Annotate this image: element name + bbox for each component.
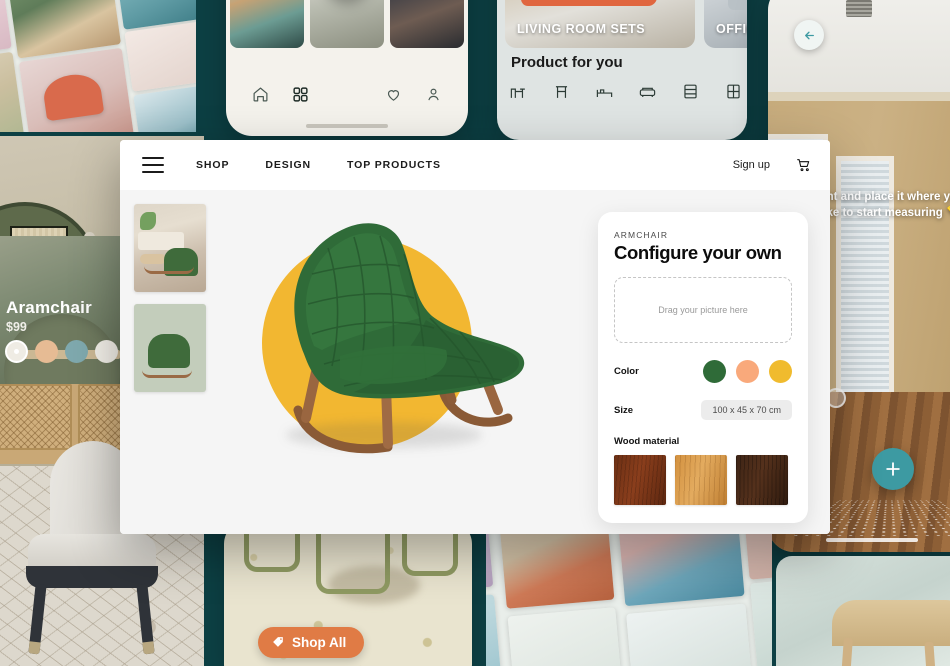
thumbnail-gallery[interactable]	[120, 190, 220, 534]
mobile-app-home-screen	[226, 0, 468, 136]
tag-icon	[272, 636, 285, 649]
color-swatches[interactable]	[703, 360, 792, 383]
mobile-product-list-screen: LIVING ROOM SETS OFFICE Product for you	[497, 0, 747, 140]
product-for-you-title: Product for you	[511, 54, 623, 71]
wood-material-label: Wood material	[614, 436, 680, 447]
arrow-left-icon[interactable]	[794, 20, 824, 50]
category-card-living-room[interactable]: LIVING ROOM SETS	[505, 0, 695, 48]
drawers-icon[interactable]	[681, 82, 700, 101]
nav-shop[interactable]: SHOP	[196, 159, 229, 171]
nav-top-products[interactable]: TOP PRODUCTS	[347, 159, 441, 171]
thumbnail-product-shot[interactable]	[134, 304, 206, 392]
hamburger-menu-icon[interactable]	[142, 157, 164, 173]
size-label: Size	[614, 404, 634, 416]
screenshot-stage: Aramchair $99 LIVING ROOM SETS OFFI Prod…	[0, 0, 950, 666]
shop-all-label: Shop All	[292, 635, 347, 650]
profile-icon[interactable]	[425, 86, 442, 103]
wood-swatch-honey-oak[interactable]	[675, 455, 727, 505]
configurator-title: Configure your own	[614, 242, 782, 263]
product-configurator-window: SHOP DESIGN TOP PRODUCTS Sign up ARMCHAI…	[120, 140, 830, 534]
aramchair-swatch-3[interactable]	[65, 340, 88, 363]
aramchair-product-card[interactable]: Aramchair $99	[0, 236, 126, 384]
color-swatch-peach[interactable]	[736, 360, 759, 383]
size-value[interactable]: 100 x 45 x 70 cm	[701, 400, 792, 420]
category-card-office[interactable]: OFFICE	[704, 0, 747, 48]
hero-product-image	[220, 190, 598, 534]
wood-swatch-dark-walnut[interactable]	[736, 455, 788, 505]
shop-all-button[interactable]: Shop All	[258, 627, 365, 658]
heart-icon[interactable]	[385, 86, 402, 103]
sign-up-link[interactable]: Sign up	[733, 159, 770, 171]
thumbnail-room-scene[interactable]	[134, 204, 206, 292]
wood-chair-photo-card	[776, 556, 950, 666]
nav-design[interactable]: DESIGN	[265, 159, 311, 171]
color-swatch-forest-green[interactable]	[703, 360, 726, 383]
armchair-illustration	[293, 223, 525, 454]
aramchair-color-swatches[interactable]	[5, 340, 118, 363]
aramchair-swatch-2[interactable]	[35, 340, 58, 363]
category-card-label: OFFICE	[716, 22, 747, 36]
site-header: SHOP DESIGN TOP PRODUCTS Sign up	[120, 140, 830, 190]
stool-icon[interactable]	[552, 82, 571, 101]
mobile-bottom-nav[interactable]	[226, 70, 468, 118]
wood-swatch-mahogany[interactable]	[614, 455, 666, 505]
moodboard-collage-bottom	[486, 528, 772, 666]
configurator-panel: ARMCHAIR Configure your own Drag your pi…	[598, 212, 808, 523]
category-card-label: LIVING ROOM SETS	[517, 22, 646, 36]
configurator-eyebrow: ARMCHAIR	[614, 230, 669, 240]
bed-icon[interactable]	[595, 82, 614, 101]
image-dropzone[interactable]: Drag your picture here	[614, 277, 792, 343]
size-row: Size 100 x 45 x 70 cm	[614, 400, 792, 420]
home-icon[interactable]	[252, 86, 269, 103]
shopping-cart-icon[interactable]	[796, 157, 812, 173]
cabinet-icon[interactable]	[724, 82, 743, 101]
dropzone-label: Drag your picture here	[658, 305, 748, 315]
wood-swatches[interactable]	[614, 455, 792, 505]
grid-icon[interactable]	[292, 86, 309, 103]
lamp-icon[interactable]	[509, 82, 528, 101]
main-navigation[interactable]: SHOP DESIGN TOP PRODUCTS	[196, 159, 441, 171]
color-swatch-golden-yellow[interactable]	[769, 360, 792, 383]
color-row: Color	[614, 360, 792, 383]
aramchair-swatch-4[interactable]	[95, 340, 118, 363]
aramchair-swatch-1[interactable]	[5, 340, 28, 363]
moodboard-collage-top-left	[0, 0, 196, 132]
category-icon-row[interactable]	[509, 82, 747, 101]
aramchair-price: $99	[6, 320, 27, 334]
mobile-shop-screen: Shop All	[224, 520, 472, 666]
color-label: Color	[614, 366, 639, 377]
plus-icon[interactable]	[872, 448, 914, 490]
aramchair-title: Aramchair	[6, 298, 92, 317]
sofa-icon[interactable]	[638, 82, 657, 101]
product-content: ARMCHAIR Configure your own Drag your pi…	[120, 190, 830, 534]
